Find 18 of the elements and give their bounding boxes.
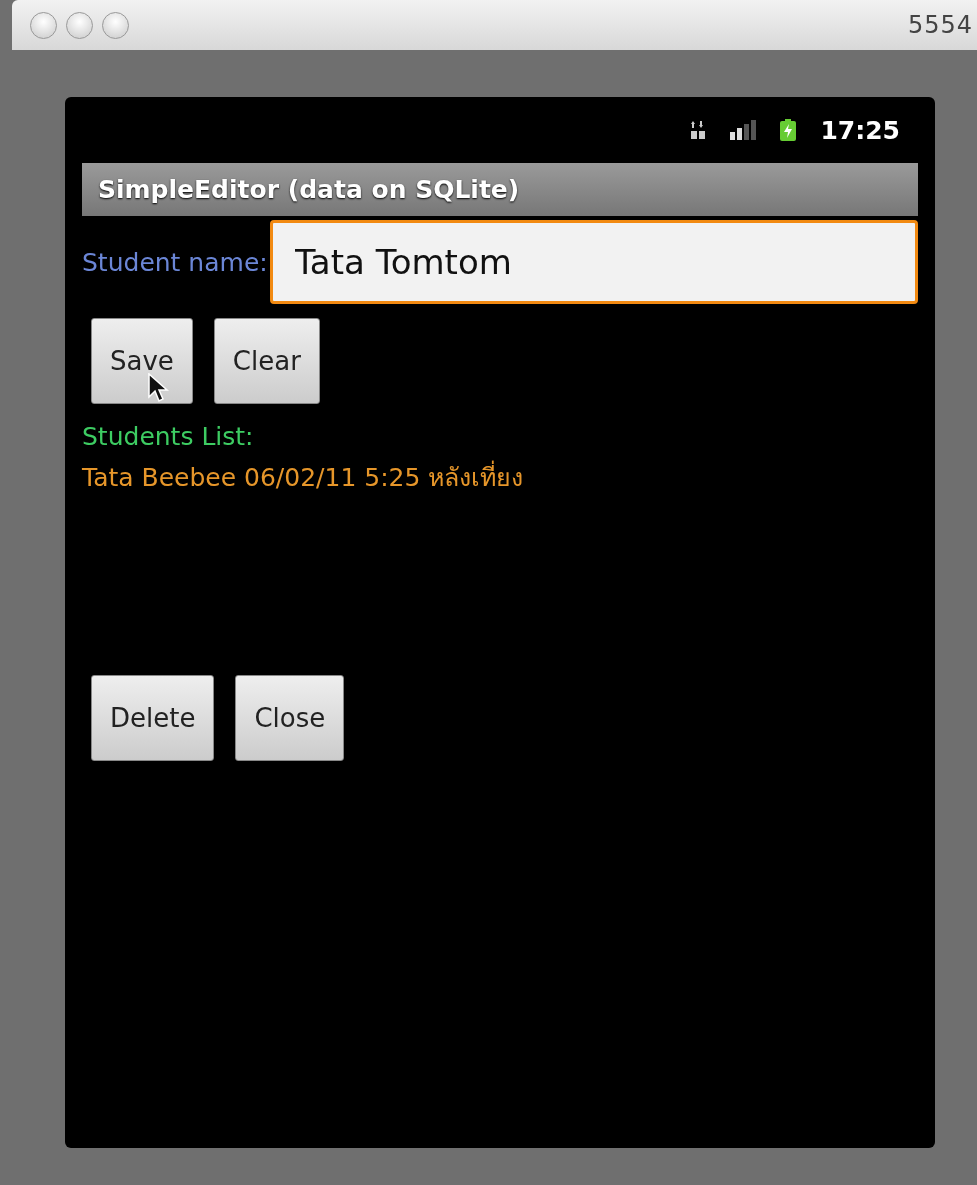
battery-charging-icon xyxy=(780,119,797,141)
delete-button[interactable]: Delete xyxy=(91,675,215,761)
mouse-pointer-icon xyxy=(148,373,170,403)
window-control-button[interactable] xyxy=(102,11,129,39)
window-control-button[interactable] xyxy=(30,11,57,39)
window-control-button[interactable] xyxy=(66,11,93,39)
name-input-field[interactable]: Tata Tomtom xyxy=(269,220,918,304)
app-title-bar: SimpleEditor (data on SQLite) xyxy=(82,163,918,216)
student-list-item[interactable]: Tata Beebee 06/02/11 5:25 หลังเที่ยง xyxy=(82,457,918,497)
close-button[interactable]: Close xyxy=(235,675,345,761)
list-heading: Students List: xyxy=(82,422,255,451)
network-3g-icon xyxy=(690,120,707,140)
signal-icon xyxy=(730,120,757,140)
window-title: 5554 xyxy=(907,11,974,39)
status-time: 17:25 xyxy=(820,115,900,145)
clear-button[interactable]: Clear xyxy=(213,318,320,404)
save-button[interactable]: Save xyxy=(91,318,193,404)
field-label: Student name: xyxy=(82,247,268,277)
